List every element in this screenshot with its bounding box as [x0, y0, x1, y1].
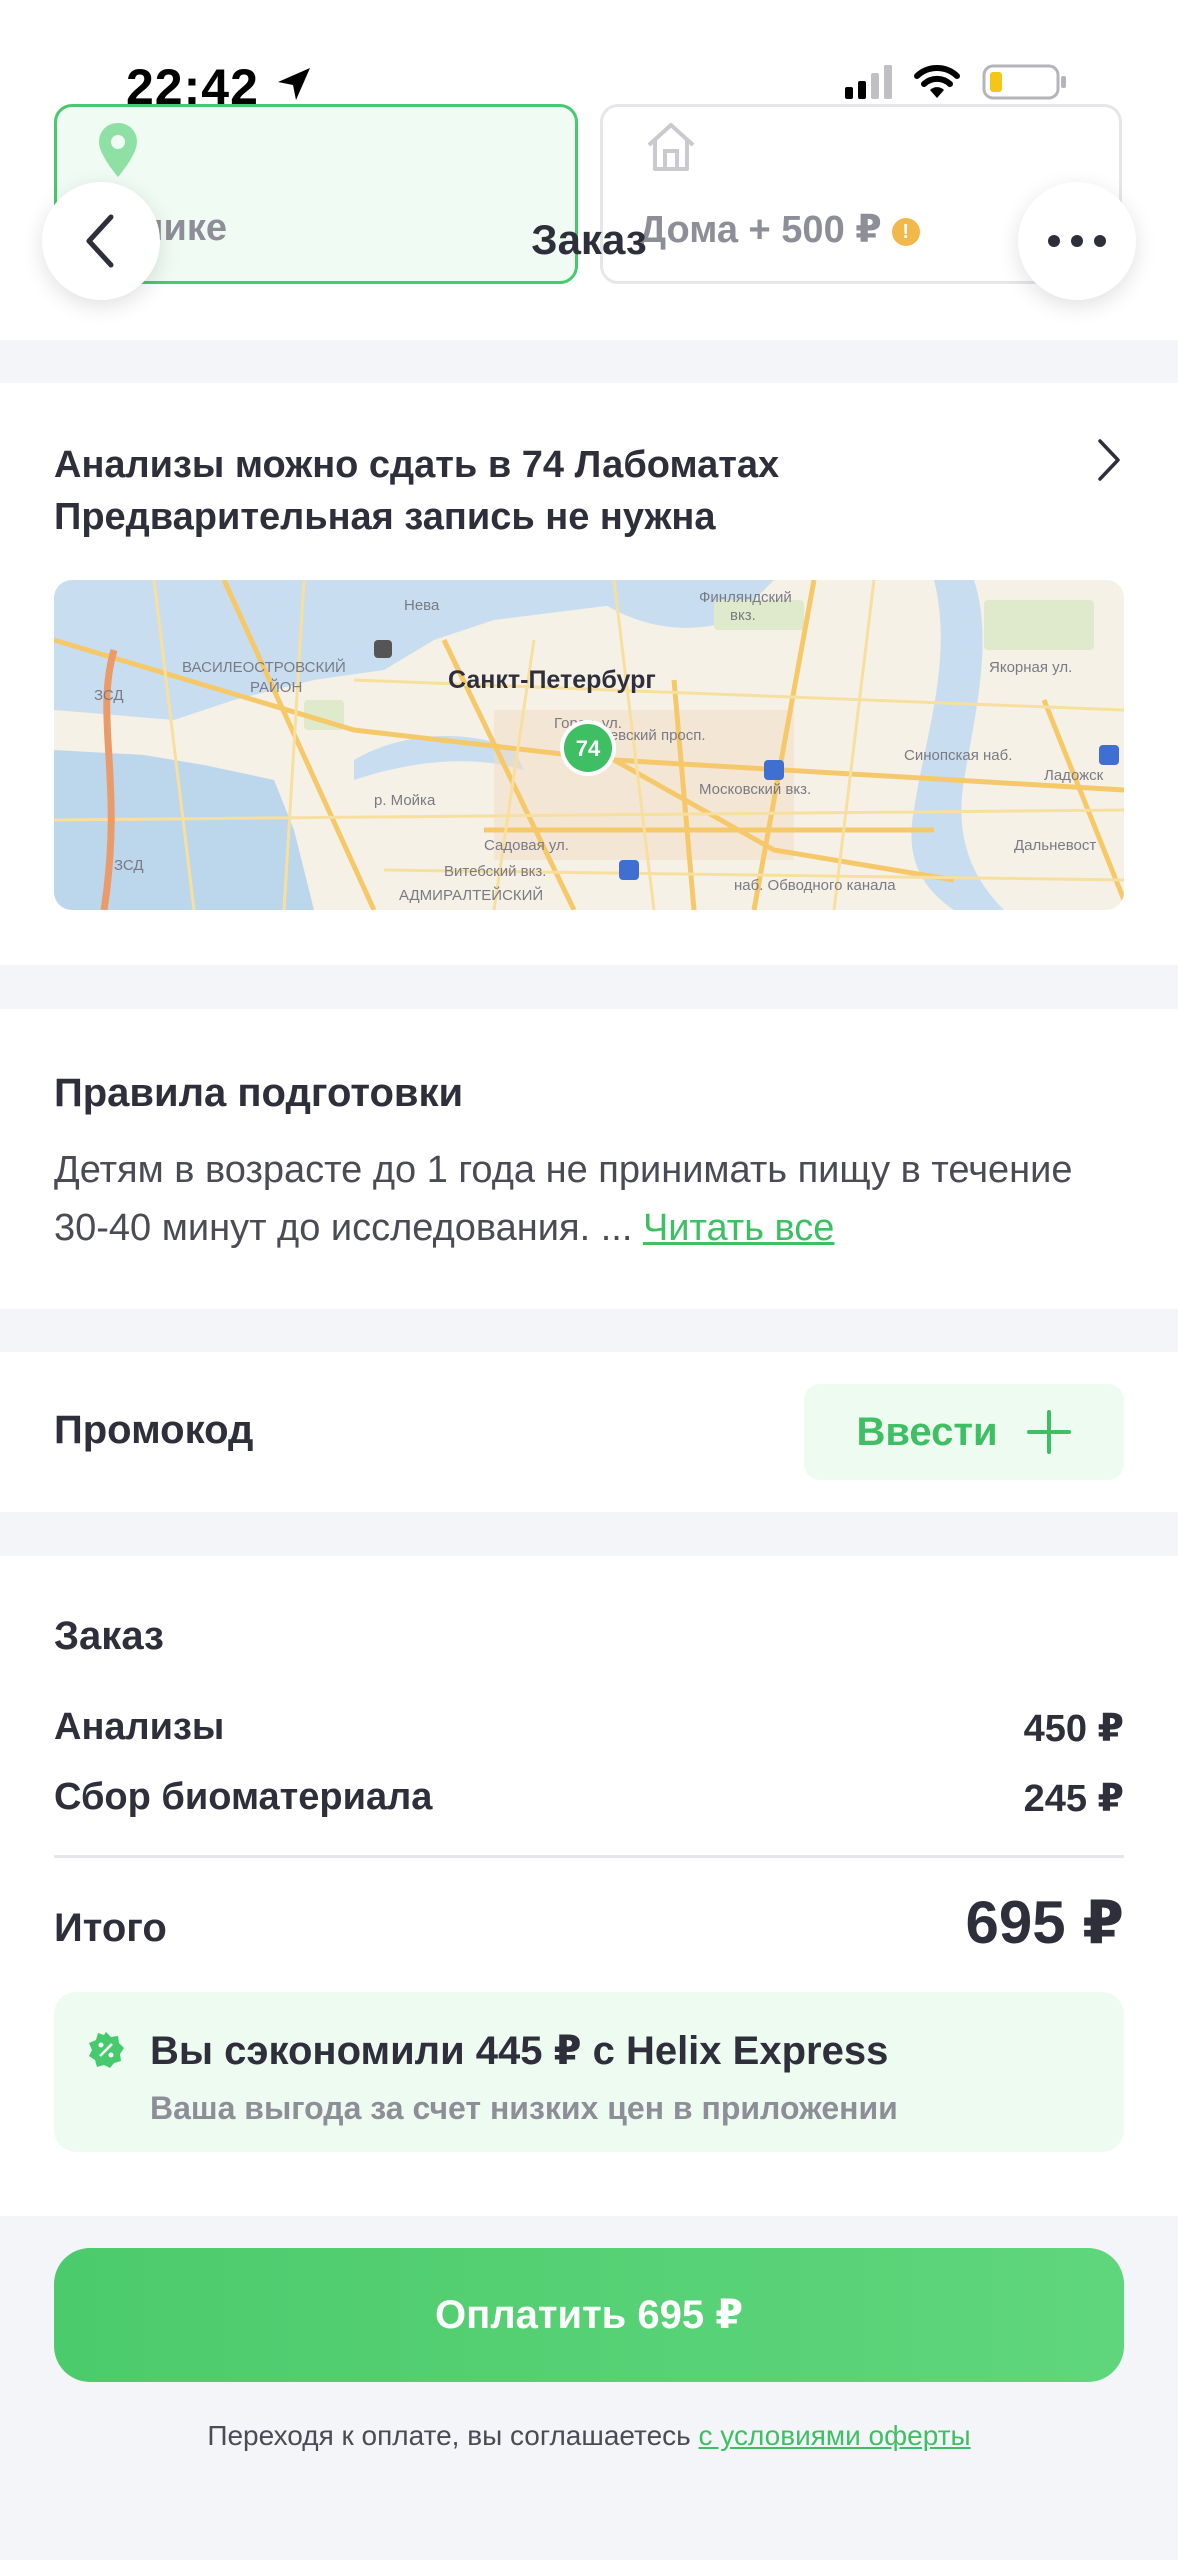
order-row: Анализы 450 ₽ — [54, 1706, 1124, 1751]
preparation-section: Правила подготовки Детям в возрасте до 1… — [0, 1009, 1178, 1309]
locations-map[interactable]: ВАСИЛЕОСТРОВСКИЙ РАЙОН АДМИРАЛТЕЙСКИЙ Фи… — [54, 580, 1124, 910]
promo-section: Промокод Ввести — [0, 1352, 1178, 1512]
map-label: Якорная ул. — [989, 659, 1072, 676]
map-label: Дальневост — [1014, 837, 1096, 854]
order-section: Заказ Анализы 450 ₽ Сбор биоматериала 24… — [0, 1556, 1178, 2216]
divider — [54, 1855, 1124, 1858]
status-indicators — [845, 62, 1068, 102]
discount-badge-icon — [89, 2032, 124, 2068]
plus-icon — [1026, 1410, 1071, 1454]
train-station-icon — [619, 860, 639, 880]
savings-title: Вы сэкономили 445 ₽ с Helix Express — [150, 2029, 889, 2073]
pay-button-label: Оплатить 695 ₽ — [434, 2293, 744, 2337]
order-row-label: Сбор биоматериала — [54, 1776, 433, 1818]
wifi-icon — [914, 65, 960, 98]
read-all-link[interactable]: Читать все — [643, 1207, 834, 1249]
map-pin-count: 74 — [576, 736, 601, 761]
cellular-signal-icon — [845, 65, 892, 99]
map-label: Синопская наб. — [904, 747, 1012, 764]
location-arrow-icon — [278, 68, 310, 100]
preparation-title: Правила подготовки — [54, 1071, 464, 1115]
map-label: Витебский вкз. — [444, 863, 546, 880]
train-station-icon — [1099, 745, 1119, 765]
home-icon — [647, 123, 695, 171]
landmark-icon — [374, 640, 392, 658]
battery-icon — [982, 64, 1066, 100]
map-label: ВАСИЛЕОСТРОВСКИЙ — [182, 658, 346, 676]
map-label: ЗСД — [114, 857, 144, 874]
chevron-right-icon[interactable] — [1094, 435, 1124, 485]
order-row-value: 450 ₽ — [1023, 1708, 1124, 1750]
map-label: вкз. — [730, 607, 756, 624]
order-row-label: Анализы — [54, 1706, 225, 1748]
savings-banner: Вы сэкономили 445 ₽ с Helix Express Ваша… — [54, 1992, 1124, 2152]
map-label: РАЙОН — [250, 678, 302, 696]
savings-subtitle: Ваша выгода за счет низких цен в приложе… — [150, 2090, 898, 2126]
total-label: Итого — [54, 1906, 167, 1950]
page-title: Заказ — [531, 216, 647, 263]
offer-terms-link[interactable]: с условиями оферты — [699, 2420, 971, 2451]
train-station-icon — [764, 760, 784, 780]
map-label: Московский вкз. — [699, 781, 811, 798]
map-label: наб. Обводного канала — [734, 877, 896, 894]
terms-note: Переходя к оплате, вы соглашаетесь с усл… — [207, 2420, 971, 2451]
more-dots-icon — [1048, 235, 1106, 247]
order-title: Заказ — [54, 1614, 164, 1658]
map-label: ЗСД — [94, 687, 124, 704]
enter-promo-label: Ввести — [856, 1409, 998, 1454]
order-row: Сбор биоматериала 245 ₽ — [54, 1776, 1124, 1821]
promo-label: Промокод — [54, 1408, 254, 1452]
preparation-text: Детям в возрасте до 1 года не принимать … — [54, 1149, 1073, 1249]
map-label: АДМИРАЛТЕЙСКИЙ — [399, 886, 543, 904]
map-label: Финляндский — [699, 589, 792, 606]
map-label: Нева — [404, 597, 440, 614]
total-value: 695 ₽ — [965, 1889, 1124, 1956]
locations-section: Анализы можно сдать в 74 Лабоматах Предв… — [0, 383, 1178, 965]
map-pin-icon — [99, 123, 137, 177]
payment-section: Оплатить 695 ₽ Переходя к оплате, вы сог… — [0, 2216, 1178, 2560]
map-label: Ладожск — [1044, 767, 1104, 784]
map-city-label: Санкт-Петербург — [448, 666, 656, 694]
map-label: Садовая ул. — [484, 837, 569, 854]
map-canvas: ВАСИЛЕОСТРОВСКИЙ РАЙОН АДМИРАЛТЕЙСКИЙ Фи… — [54, 580, 1124, 910]
order-row-value: 245 ₽ — [1023, 1778, 1124, 1820]
header: 22:42 линике Дома + 500 ₽! Заказ — [0, 0, 1178, 340]
locations-title[interactable]: Анализы можно сдать в 74 Лабоматах Предв… — [54, 439, 1054, 543]
enter-promo-button[interactable]: Ввести — [804, 1384, 1124, 1480]
more-options-button[interactable] — [1018, 182, 1136, 300]
pay-button[interactable]: Оплатить 695 ₽ — [54, 2248, 1124, 2382]
map-label: р. Мойка — [374, 792, 436, 809]
